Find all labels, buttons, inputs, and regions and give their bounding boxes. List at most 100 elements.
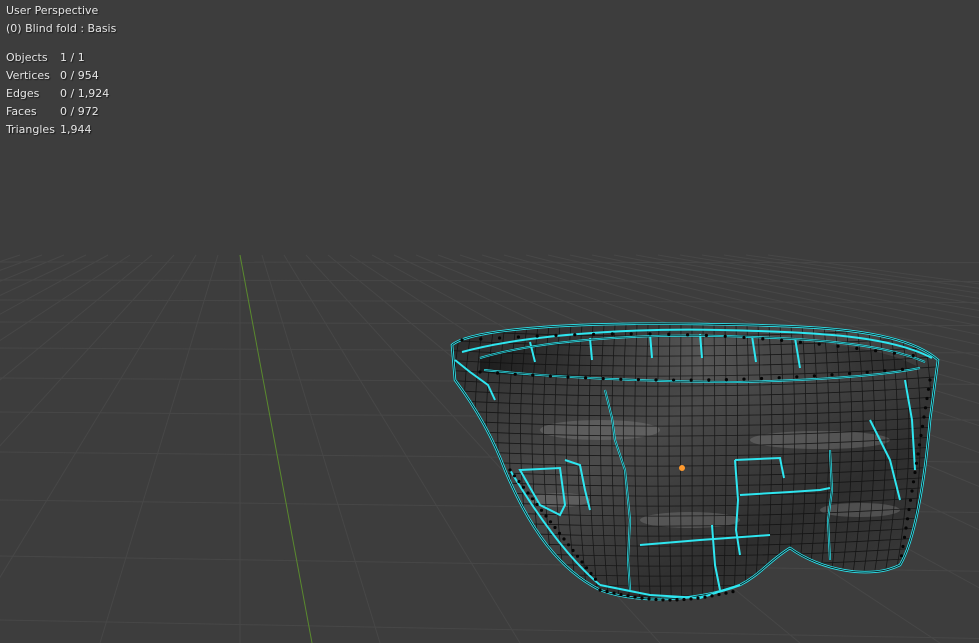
statistics-overlay: Objects 1 / 1 Vertices 0 / 954 Edges 0 /… xyxy=(6,49,109,139)
stat-label: Faces xyxy=(6,105,37,118)
vertex-dot xyxy=(907,507,911,512)
vertex-dot xyxy=(874,349,878,353)
vertex-dot xyxy=(795,375,799,379)
vertex-dot xyxy=(830,373,834,377)
vertex-dot xyxy=(922,415,926,419)
vertex-dot xyxy=(689,597,693,601)
vertex-dot xyxy=(675,598,679,602)
vertex-dot xyxy=(535,334,539,338)
vertex-dot xyxy=(742,335,746,340)
vertex-dot xyxy=(479,337,483,341)
vertex-dot xyxy=(562,537,566,541)
stat-edges: Edges 0 / 1,924 xyxy=(6,85,109,103)
vertex-dot xyxy=(717,592,721,597)
vertex-dot xyxy=(554,333,558,337)
vertex-dot xyxy=(610,332,615,336)
vertex-dot xyxy=(848,371,852,376)
vertex-dot xyxy=(496,371,500,375)
vertex-dot xyxy=(696,596,700,600)
vertex-dot xyxy=(517,479,521,484)
vertex-dot xyxy=(661,598,665,602)
vertex-dot xyxy=(761,337,765,341)
vertex-dot xyxy=(731,590,735,594)
vertex-dot xyxy=(521,485,526,489)
vertex-dot xyxy=(584,566,589,570)
vertex-dot xyxy=(566,375,570,379)
vertex-dot xyxy=(601,377,605,381)
vertex-dot xyxy=(892,351,897,355)
stat-value: 1,944 xyxy=(60,123,92,136)
vertex-dot xyxy=(668,598,672,602)
vertex-dot xyxy=(777,376,781,380)
stat-label: Triangles xyxy=(6,123,55,136)
vertex-dot xyxy=(865,370,869,374)
3d-viewport[interactable]: User Perspective (0) Blind fold : Basis … xyxy=(0,0,979,643)
object-origin xyxy=(679,465,685,471)
vertex-dot xyxy=(742,377,746,381)
vertex-dot xyxy=(626,594,630,598)
vertex-dot xyxy=(573,333,577,337)
stat-faces: Faces 0 / 972 xyxy=(6,103,109,121)
vertex-dot xyxy=(908,498,913,502)
vertex-dot xyxy=(926,387,931,391)
stat-value: 0 / 1,924 xyxy=(60,87,110,100)
vertex-dot xyxy=(557,531,562,535)
vertex-dot xyxy=(710,594,714,598)
vertex-dot xyxy=(516,335,521,339)
vertex-dot xyxy=(654,378,658,382)
view-name-label: User Perspective xyxy=(6,4,99,17)
vertex-dot xyxy=(598,588,602,592)
stat-label: Vertices xyxy=(6,69,50,82)
vertex-dot xyxy=(904,526,908,530)
stat-label: Objects xyxy=(6,51,48,64)
vertex-dot xyxy=(592,332,596,336)
vertex-dot xyxy=(916,452,920,456)
vertex-dot xyxy=(571,548,575,553)
object-info-label: (0) Blind fold : Basis xyxy=(6,22,117,35)
vertex-dot xyxy=(612,591,616,595)
vertex-dot xyxy=(672,378,676,382)
vertex-dot xyxy=(605,590,609,594)
stat-objects: Objects 1 / 1 xyxy=(6,49,109,67)
vertex-dot xyxy=(899,554,904,558)
vertex-dot xyxy=(760,376,764,381)
stat-value: 1 / 1 xyxy=(60,51,85,64)
vertex-dot xyxy=(919,433,923,438)
vertex-dot xyxy=(798,340,803,344)
vertex-dot xyxy=(647,597,651,601)
vertex-dot xyxy=(531,373,535,377)
vertex-dot xyxy=(910,489,914,493)
vertex-dot xyxy=(925,396,929,401)
vertex-dot xyxy=(513,372,517,376)
vertex-dot xyxy=(589,571,593,576)
vertex-dot xyxy=(654,597,658,602)
vertex-dot xyxy=(923,406,928,410)
vertex-dot xyxy=(836,344,840,348)
vertex-dot xyxy=(686,333,690,337)
vertex-dot xyxy=(526,491,530,495)
vertex-dot xyxy=(619,377,623,381)
vertex-dot xyxy=(920,424,925,428)
vertex-dot xyxy=(548,520,553,524)
vertex-dot xyxy=(633,595,637,599)
vertex-dot xyxy=(914,461,919,465)
vertex-dot xyxy=(724,591,728,595)
vertex-dot xyxy=(900,367,905,371)
vertex-dot xyxy=(703,595,707,599)
vertex-dot xyxy=(566,543,571,547)
vertex-dot xyxy=(901,544,905,549)
vertex-dot xyxy=(724,378,729,382)
vertex-dot xyxy=(544,514,548,518)
vertex-dot xyxy=(855,346,859,350)
vertex-dot xyxy=(508,468,512,472)
vertex-dot xyxy=(530,497,535,501)
vertex-dot xyxy=(689,378,693,382)
blindfold-mesh[interactable] xyxy=(0,0,979,643)
stat-value: 0 / 954 xyxy=(60,69,99,82)
vertex-dot xyxy=(913,470,917,475)
vertex-dot xyxy=(553,525,557,530)
vertex-dot xyxy=(682,597,686,602)
vertex-dot xyxy=(535,502,539,507)
vertex-dot xyxy=(636,378,641,382)
vertex-dot xyxy=(539,508,544,512)
